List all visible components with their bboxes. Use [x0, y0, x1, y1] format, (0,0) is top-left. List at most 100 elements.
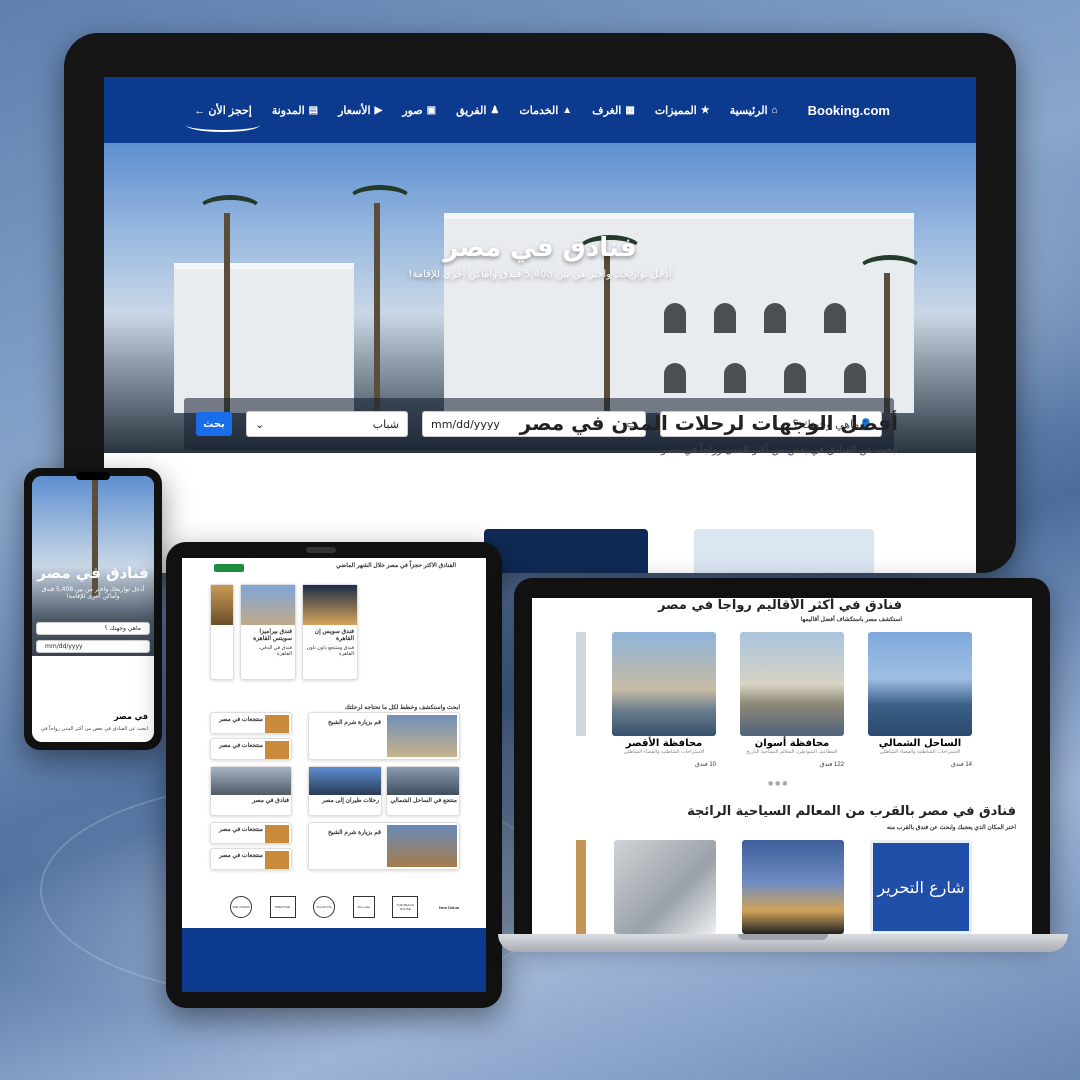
building-icon: ▦ — [625, 104, 635, 116]
hotel-arch — [664, 303, 686, 333]
phone-screen: فنادق في مصر أدخل تواريخك واختر من بين 5… — [32, 476, 154, 742]
date-placeholder: mm/dd/yyyy — [431, 417, 500, 431]
mobile-phone: فنادق في مصر أدخل تواريخك واختر من بين 5… — [24, 468, 162, 750]
phone-destination-input[interactable]: ماهي وجهتك ؟ — [36, 622, 150, 635]
article-title: قم بزيارة شرم الشيخ — [328, 830, 381, 836]
hero-title: فنادق في مصر — [443, 233, 637, 263]
article-card[interactable]: قم بزيارة شرم الشيخ — [308, 822, 460, 870]
nav-item-photos[interactable]: ▣ صور — [402, 104, 436, 117]
article-card[interactable]: منتجعات في مصر — [210, 848, 292, 870]
article-title: فنادق في مصر — [252, 798, 289, 804]
nav-label: المميزات — [654, 104, 697, 117]
partner-logo: THE BEACH HOUSE — [392, 896, 419, 918]
guests-select[interactable]: شباب ⌄ — [246, 411, 408, 437]
city-card[interactable] — [484, 529, 648, 573]
palm-tree — [858, 255, 922, 413]
laptop-hinge-notch — [738, 934, 828, 940]
nav-item-features[interactable]: ★ المميزات — [655, 104, 710, 117]
partner-logo: PRESTIGE — [269, 896, 296, 918]
video-icon: ▶ — [374, 104, 383, 116]
hotel-card[interactable]: فندق سويس إن القاهرة فندق ومنتجع داون تا… — [302, 584, 358, 680]
laptop-screen: فنادق في أكثر الأقاليم رواجاً في مصر است… — [532, 598, 1032, 934]
phone-hero-subtitle: أدخل تواريخك واختر من بين 5,408 فندق وأم… — [41, 586, 145, 600]
book-now-button[interactable]: إحجز الأن ← — [186, 104, 260, 132]
article-card[interactable]: قم بزيارة شرم الشيخ — [308, 712, 460, 760]
partner-logo: The ROYAL — [313, 896, 336, 918]
hotel-arch — [784, 363, 806, 393]
region-name: محافظة أسوان — [754, 738, 830, 749]
hotel-card[interactable]: فندق بيراميزا سويتس القاهرة فندق في الدق… — [240, 584, 296, 680]
region-name: الساحل الشمالي — [878, 738, 962, 749]
region-desc: الاستراحات الشاطئية والقضاء الشاطئي — [879, 749, 961, 755]
tablet-screen: الفنادق الاكثر حجزاً في مصر خلال الشهر ا… — [182, 558, 486, 992]
landmark-photo-tahrir[interactable]: شارع التحرير — [870, 840, 972, 934]
region-desc: المطاعم، الشواطئ، المعالم السياحية التار… — [746, 749, 838, 755]
article-card[interactable]: منتجعات في مصر — [210, 712, 292, 734]
region-photo[interactable] — [612, 632, 716, 736]
chevron-down-icon: ⌄ — [255, 417, 265, 431]
landmark-photo[interactable] — [742, 840, 844, 934]
article-card[interactable]: منتجعات في مصر — [210, 822, 292, 844]
hotel-arch — [714, 303, 736, 333]
article-photo — [265, 851, 289, 869]
region-count: 14 فندق — [951, 762, 972, 768]
plan-title: ابحث واستكشف وخطط لكل ما تحتاجه لرحلتك — [344, 705, 460, 711]
bell-icon: ▲ — [562, 104, 573, 116]
region-name: محافظة الأقصر — [625, 738, 703, 749]
region-photo-partial — [576, 632, 586, 736]
nav-label: الخدمات — [519, 104, 559, 117]
article-card[interactable]: منتجع في الساحل الشمالي — [386, 766, 460, 816]
region-count: 122 فندق — [819, 762, 844, 768]
region-photo[interactable] — [868, 632, 972, 736]
top-navbar: Booking.com ⌂ الرئيسية ★ المميزات ▦ الغرف ▲… — [104, 77, 976, 143]
nav-item-prices[interactable]: ▶ الأسعار — [338, 104, 382, 117]
carousel-dots[interactable]: ● ● ● — [768, 780, 788, 787]
hero-subtitle: أدخل تواريخك واختر من بين 5,408 فندق وأم… — [408, 269, 672, 280]
partner-logo: THE OCEAN — [230, 896, 252, 918]
search-button[interactable]: بحث — [196, 412, 232, 436]
article-card[interactable]: رحلات طيران إلى مصر — [308, 766, 382, 816]
date-placeholder: mm/dd/yyyy — [45, 643, 83, 650]
article-title: منتجعات في مصر — [218, 827, 263, 833]
article-photo — [211, 767, 291, 795]
hotel-name: فندق سويس إن القاهرة — [314, 629, 354, 642]
phone-date-input[interactable]: mm/dd/yyyy — [36, 640, 150, 653]
section-title: أفضل الوجهات لرحلات المدن في مصر — [519, 411, 898, 435]
blog-icon: ▤ — [308, 104, 319, 116]
hotel-name: فندق بيراميزا سويتس القاهرة — [253, 629, 292, 642]
nav-item-blog[interactable]: ▤ المدونة — [272, 104, 318, 117]
phone-section-subtitle: ابحث عن الفنادق في بعض من أكثر المدن روا… — [40, 726, 148, 732]
nav-item-services[interactable]: ▲ الخدمات — [519, 104, 572, 117]
article-card[interactable]: منتجعات في مصر — [210, 738, 292, 760]
hotel-arch — [664, 363, 686, 393]
region-photo[interactable] — [740, 632, 844, 736]
nav-label: صور — [402, 104, 423, 117]
region-card-text: الساحل الشمالي الاستراحات الشاطئية والقض… — [868, 738, 972, 768]
article-card[interactable]: فنادق في مصر — [210, 766, 292, 816]
view-all-button[interactable] — [214, 564, 244, 572]
hero-text: فنادق في مصر أدخل تواريخك واختر من بين 5… — [104, 233, 976, 280]
hotel-photo — [303, 585, 357, 625]
nav-item-home[interactable]: ⌂ الرئيسية — [730, 104, 778, 117]
phone-notch — [76, 472, 110, 480]
landmark-photo[interactable] — [614, 840, 716, 934]
phone-hero-title: فنادق في مصر — [37, 564, 149, 582]
partner-logo: New Dahia — [438, 904, 460, 910]
hotel-card[interactable] — [210, 584, 234, 680]
nav-item-rooms[interactable]: ▦ الغرف — [592, 104, 635, 117]
home-icon: ⌂ — [771, 104, 778, 116]
article-title: منتجعات في مصر — [218, 717, 263, 723]
article-title: قم بزيارة شرم الشيخ — [328, 720, 381, 726]
tablet-footer — [182, 928, 486, 992]
landmark-subtitle: اختر المكان الذي يعجبك وابحث عن فندق بال… — [886, 825, 1016, 831]
laptop-device: فنادق في أكثر الأقاليم رواجاً في مصر است… — [514, 578, 1050, 934]
nav-label: الغرف — [592, 104, 622, 117]
hotel-photo — [211, 585, 233, 625]
team-icon: ♟ — [490, 104, 500, 116]
brand-logo[interactable]: Booking.com — [808, 103, 890, 118]
landmark-photo-partial — [576, 840, 586, 934]
tablet-camera — [306, 547, 336, 553]
nav-item-team[interactable]: ♟ الفريق — [456, 104, 499, 117]
laptop-base — [498, 934, 1068, 952]
city-card[interactable] — [694, 529, 874, 573]
